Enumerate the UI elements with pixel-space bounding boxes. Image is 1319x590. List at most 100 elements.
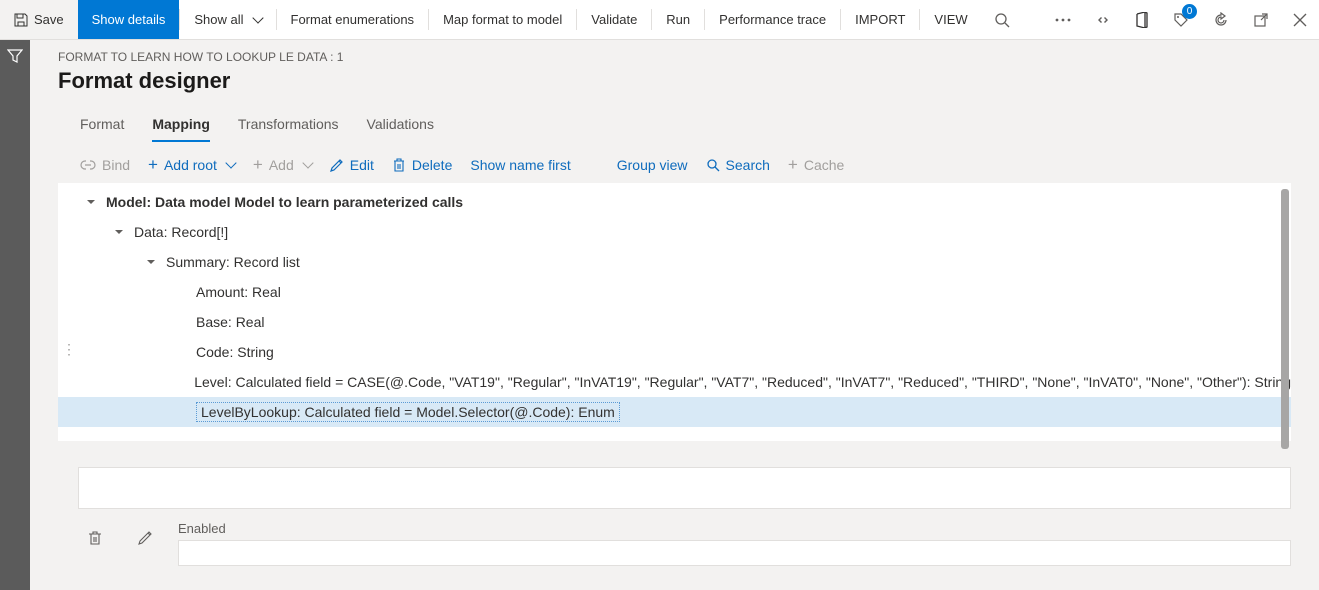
group-view-label: Group view	[617, 157, 688, 173]
import-button[interactable]: IMPORT	[841, 0, 919, 39]
vertical-scrollbar[interactable]	[1281, 189, 1289, 449]
delete-button[interactable]: Delete	[392, 157, 452, 173]
node-label: Level: Calculated field = CASE(@.Code, "…	[194, 374, 1291, 390]
tree-node-level-by-lookup[interactable]: LevelByLookup: Calculated field = Model.…	[58, 397, 1291, 427]
add-root-label: Add root	[164, 157, 217, 173]
import-label: IMPORT	[855, 12, 905, 27]
validate-label: Validate	[591, 12, 637, 27]
refresh-button[interactable]	[1201, 0, 1241, 39]
format-enum-label: Format enumerations	[291, 12, 415, 27]
add-label: Add	[269, 157, 294, 173]
more-button[interactable]	[1043, 0, 1083, 39]
view-label: VIEW	[934, 12, 967, 27]
save-button[interactable]: Save	[0, 0, 78, 39]
collapse-icon[interactable]	[114, 227, 126, 237]
delete-enabled-button[interactable]	[78, 521, 112, 555]
command-bar-right: 0	[1043, 0, 1319, 39]
show-name-first-button[interactable]: Show name first	[470, 157, 570, 173]
run-label: Run	[666, 12, 690, 27]
show-details-button[interactable]: Show details	[78, 0, 180, 39]
notifications-button[interactable]: 0	[1161, 0, 1201, 39]
show-all-label: Show all	[194, 12, 243, 27]
save-icon	[14, 13, 28, 27]
breadcrumb[interactable]: FORMAT TO LEARN HOW TO LOOKUP LE DATA : …	[58, 50, 1291, 64]
office-button[interactable]	[1123, 0, 1161, 39]
performance-trace-button[interactable]: Performance trace	[705, 0, 840, 39]
tree-node-level[interactable]: Level: Calculated field = CASE(@.Code, "…	[58, 367, 1291, 397]
run-button[interactable]: Run	[652, 0, 704, 39]
detail-panel-placeholder	[78, 467, 1291, 509]
show-all-button[interactable]: Show all	[180, 0, 275, 39]
collapse-icon[interactable]	[146, 257, 158, 267]
cache-button[interactable]: + Cache	[788, 156, 844, 173]
search-icon	[994, 12, 1010, 28]
filter-icon[interactable]	[7, 48, 23, 64]
page-title: Format designer	[58, 68, 1291, 94]
save-label: Save	[34, 12, 64, 27]
cache-label: Cache	[804, 157, 844, 173]
chevron-down-icon	[302, 157, 313, 168]
collapse-icon[interactable]	[86, 197, 98, 207]
trash-icon	[87, 530, 103, 546]
filter-rail	[0, 40, 30, 590]
office-icon	[1135, 12, 1149, 28]
plus-icon: +	[253, 156, 263, 173]
connectivity-button[interactable]	[1083, 0, 1123, 39]
enabled-label: Enabled	[178, 521, 1291, 536]
command-bar: Save Show details Show all Format enumer…	[0, 0, 1319, 40]
close-button[interactable]	[1281, 0, 1319, 39]
perf-label: Performance trace	[719, 12, 826, 27]
validate-button[interactable]: Validate	[577, 0, 651, 39]
search-command[interactable]	[982, 0, 1022, 39]
group-view-button[interactable]: Group view	[617, 157, 688, 173]
node-label: Data: Record[!]	[134, 224, 228, 240]
edit-label: Edit	[350, 157, 374, 173]
tree: ⋮ Model: Data model Model to learn param…	[58, 183, 1291, 441]
tab-strip: Format Mapping Transformations Validatio…	[80, 112, 1291, 142]
more-icon	[1055, 18, 1071, 22]
edit-enabled-button[interactable]	[128, 521, 162, 555]
chevron-down-icon	[225, 157, 236, 168]
view-button[interactable]: VIEW	[920, 0, 981, 39]
search-icon	[706, 158, 720, 172]
bind-button[interactable]: Bind	[80, 157, 130, 173]
node-label: Amount: Real	[196, 284, 281, 300]
page: FORMAT TO LEARN HOW TO LOOKUP LE DATA : …	[30, 40, 1319, 590]
tab-validations[interactable]: Validations	[367, 112, 434, 142]
node-label: Summary: Record list	[166, 254, 300, 270]
add-root-button[interactable]: + Add root	[148, 156, 235, 173]
chevron-down-icon	[252, 12, 263, 23]
add-button[interactable]: + Add	[253, 156, 312, 173]
pencil-icon	[330, 158, 344, 172]
tree-node-summary[interactable]: Summary: Record list	[58, 247, 1291, 277]
delete-label: Delete	[412, 157, 452, 173]
tree-node-data[interactable]: Data: Record[!]	[58, 217, 1291, 247]
search-button[interactable]: Search	[706, 157, 770, 173]
tree-node-model[interactable]: Model: Data model Model to learn paramet…	[58, 187, 1291, 217]
node-label: Base: Real	[196, 314, 264, 330]
trash-icon	[392, 158, 406, 172]
plus-icon: +	[148, 156, 158, 173]
tab-mapping[interactable]: Mapping	[152, 112, 210, 142]
tree-node-code[interactable]: Code: String	[58, 337, 1291, 367]
refresh-icon	[1213, 12, 1229, 28]
node-label: Model: Data model Model to learn paramet…	[106, 194, 463, 210]
map-format-label: Map format to model	[443, 12, 562, 27]
enabled-input[interactable]	[178, 540, 1291, 566]
plus-icon: +	[788, 156, 798, 173]
row-drag-handle[interactable]: ⋮	[62, 341, 76, 358]
tree-node-amount[interactable]: Amount: Real	[58, 277, 1291, 307]
map-format-button[interactable]: Map format to model	[429, 0, 576, 39]
show-name-first-label: Show name first	[470, 157, 570, 173]
popout-button[interactable]	[1241, 0, 1281, 39]
bind-label: Bind	[102, 157, 130, 173]
tree-node-base[interactable]: Base: Real	[58, 307, 1291, 337]
connectivity-icon	[1095, 12, 1111, 28]
edit-button[interactable]: Edit	[330, 157, 374, 173]
link-icon	[80, 160, 96, 170]
tab-transformations[interactable]: Transformations	[238, 112, 339, 142]
popout-icon	[1253, 12, 1269, 28]
format-enumerations-button[interactable]: Format enumerations	[277, 0, 429, 39]
node-label: LevelByLookup: Calculated field = Model.…	[196, 402, 620, 422]
tab-format[interactable]: Format	[80, 112, 124, 142]
